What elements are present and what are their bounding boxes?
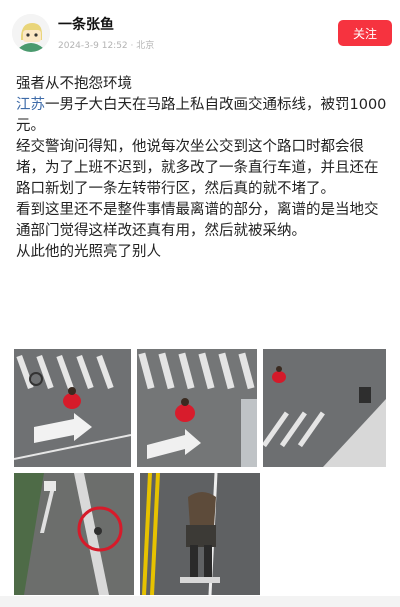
cartoon-avatar-icon: [12, 14, 50, 52]
photo-3[interactable]: [263, 349, 386, 467]
photo-5[interactable]: [140, 473, 260, 595]
location-link[interactable]: 江苏: [16, 97, 45, 113]
photo-4[interactable]: [14, 473, 134, 595]
avatar[interactable]: [12, 14, 50, 52]
post-line: 强者从不抱怨环境: [16, 76, 132, 92]
post-line: 看到这里还不是整件事情最离谱的部分，离谱的是当地交通部门觉得这样改还真有用，然后…: [16, 202, 379, 239]
photo-2[interactable]: [137, 349, 257, 467]
username[interactable]: 一条张鱼: [58, 14, 114, 34]
follow-button[interactable]: 关注: [338, 20, 392, 46]
post-line: 经交警询问得知，他说每次坐公交到这个路口时都会很堵，为了上班不迟到，就多改了一条…: [16, 139, 379, 197]
bottom-divider: [0, 596, 400, 607]
post-header: 一条张鱼 2024-3-9 12:52 · 北京 关注: [0, 0, 400, 64]
photo-1[interactable]: [14, 349, 131, 467]
post-body: 强者从不抱怨环境 江苏一男子大白天在马路上私自改画交通标线，被罚1000元。 经…: [16, 74, 388, 263]
post-timestamp: 2024-3-9 12:52 · 北京: [58, 41, 155, 51]
post-line: 江苏一男子大白天在马路上私自改画交通标线，被罚1000元。: [16, 95, 388, 137]
post-text: 一男子大白天在马路上私自改画交通标线，被罚1000元。: [16, 97, 387, 134]
post-line: 从此他的光照亮了别人: [16, 244, 161, 260]
